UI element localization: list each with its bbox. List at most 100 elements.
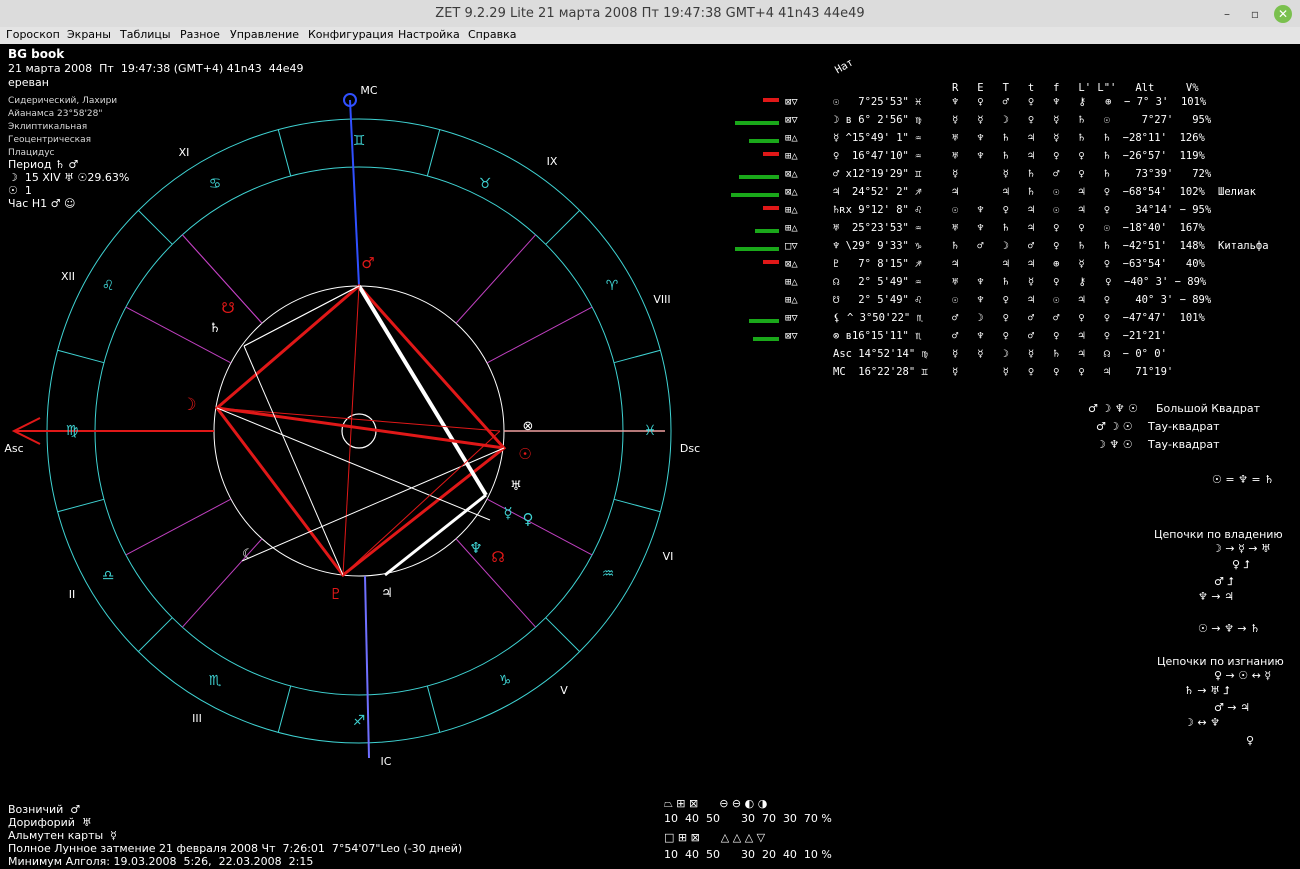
chains-possession-line3: ♂ ⮥ <box>1214 575 1234 588</box>
planet-position: ☊ 2° 5'49" ♒ <box>833 276 922 288</box>
planet-mercury-glyph: ☿ <box>503 504 512 522</box>
house-viii-label: VIII <box>653 293 670 306</box>
planet-jupiter-glyph: ♃ <box>381 586 393 601</box>
planet-position: ♀ 16°47'10" ♒ <box>833 150 922 162</box>
strength-bar <box>731 193 779 197</box>
planet-venus-glyph: ♀ <box>523 510 534 528</box>
sign-capricorn-glyph: ♑ <box>499 673 512 689</box>
planet-rulers: ☿ ☿ ♀ ♀ ♀ ♃ 71°19' <box>952 366 1174 378</box>
natal-chart-wheel[interactable]: ♊ ♉ ♈ ♓ ♒ ♑ ♐ ♏ ♎ ♍ ♌ ♋ ♂ ☋ ♄ ☽ ☉ ⊗ ♅ ☿ … <box>0 44 720 824</box>
chains-exile-line2: ♄ → ♅ ⮥ <box>1184 684 1230 697</box>
planet-rulers: ♂ ☽ ♀ ♂ ♂ ♀ ♀ −47°47' 101% <box>952 312 1205 324</box>
house-v-label: V <box>560 684 568 697</box>
sign-pisces-glyph: ♓ <box>644 423 657 439</box>
title-bar: ZET 9.2.29 Lite 21 марта 2008 Пт 19:47:3… <box>0 0 1300 28</box>
planet-rulers: ♃ ♃ ♃ ⊕ ☿ ♀ −63°54' 40% <box>952 258 1205 270</box>
planet-rulers: ☿ ☿ ♄ ♂ ♀ ♄ 73°39' 72% <box>952 168 1212 180</box>
sign-divider <box>426 685 441 733</box>
chains-exile-line5: ♀ <box>1246 734 1255 747</box>
planet-position: ⊗ в16°15'11" ♏ <box>833 330 922 342</box>
sign-divider <box>277 685 292 733</box>
planet-rulers: ♅ ♆ ♄ ♃ ♀ ♀ ♄ −26°57' 119% <box>952 150 1205 162</box>
chains-possession-line5: ☉ → ♆ → ♄ <box>1198 622 1261 635</box>
strength-bar <box>749 319 779 323</box>
planet-rulers: ☉ ♆ ♀ ♃ ☉ ♃ ♀ 34°14' − 95% <box>952 204 1212 216</box>
sign-leo-glyph: ♌ <box>102 278 115 294</box>
aspect-symbols: ⊠△ <box>785 186 798 198</box>
aspect-symbols: ⊞△ <box>785 276 798 288</box>
planet-rulers: ☉ ♆ ♀ ♃ ☉ ♃ ♀ 40° 3' − 89% <box>952 294 1212 306</box>
aspect-symbols: ⊠△ <box>785 168 798 180</box>
menu-settings[interactable]: Настройка <box>398 28 460 41</box>
planet-north-node-glyph: ☊ <box>491 548 504 566</box>
menu-bar: Гороскоп Экраны Таблицы Разное Управлени… <box>0 27 1300 44</box>
aspect-symbols: ⊞△ <box>785 222 798 234</box>
table-header: R E T t f L' L"' Alt V% <box>952 82 1199 94</box>
dsc-label: Dsc <box>680 442 700 455</box>
chains-possession-line4: ♆ → ♃ <box>1198 590 1234 603</box>
planet-position: ♄ʀx 9°12' 8" ♌ <box>833 204 922 216</box>
aspect-symbols: ⊠△ <box>785 258 798 270</box>
sign-cancer-glyph: ♋ <box>209 176 222 192</box>
planet-rulers: ♂ ♆ ♀ ♂ ♀ ♃ ♀ −21°21' <box>952 330 1167 342</box>
planet-moon-glyph: ☽ <box>181 395 196 415</box>
planet-position: ☽ в 6° 2'56" ♍ <box>833 114 922 126</box>
strength-bar <box>763 152 779 156</box>
menu-control[interactable]: Управление <box>230 28 299 41</box>
footer-almuten: Альмутен карты ☿ <box>8 829 117 842</box>
planet-position: ⚸ ^ 3°50'22" ♏ <box>833 312 923 324</box>
chains-possession-title: Цепочки по владению <box>1154 528 1283 541</box>
chains-possession-line2: ♀ ⮥ <box>1232 558 1251 571</box>
planet-rulers: ♆ ♀ ♂ ♀ ♆ ⚷ ⊕ − 7° 3' 101% <box>952 96 1207 108</box>
footer-eclipse: Полное Лунное затмение 21 февраля 2008 Ч… <box>8 842 463 855</box>
sign-divider <box>545 210 580 245</box>
ic-axis <box>364 575 370 759</box>
sign-virgo-glyph: ♍ <box>66 423 79 439</box>
house-xii-label: XII <box>61 270 75 283</box>
window-title: ZET 9.2.29 Lite 21 марта 2008 Пт 19:47:3… <box>435 6 865 21</box>
equation: ☉ = ♆ = ♄ <box>1212 473 1275 486</box>
minimize-icon[interactable]: – <box>1218 5 1236 23</box>
house-xi-label: XI <box>179 146 190 159</box>
house-vi-label: VI <box>663 550 674 563</box>
aspect-symbols: □▽ <box>785 240 798 252</box>
asc-label: Asc <box>4 442 23 455</box>
menu-misc[interactable]: Разное <box>180 28 220 41</box>
planet-position: ♅ 25°23'53" ♒ <box>833 222 922 234</box>
config-symbols-2: ♂ ☽ ☉ <box>1096 420 1133 433</box>
part-fortune-glyph: ⊗ <box>523 419 534 434</box>
stats-row2-symbols: □ ⊞ ⊠ △ △ △ ▽ <box>664 831 766 844</box>
planet-rulers: ♅ ♆ ♄ ♃ ☿ ♄ ♄ −28°11' 126% <box>952 132 1205 144</box>
menu-configuration[interactable]: Конфигурация <box>308 28 394 41</box>
strength-bar <box>753 337 779 341</box>
planet-pluto-glyph: ♇ <box>329 585 342 603</box>
close-icon[interactable]: ✕ <box>1274 5 1292 23</box>
mc-label: MC <box>360 84 377 97</box>
sign-divider <box>57 498 105 513</box>
menu-help[interactable]: Справка <box>468 28 516 41</box>
sign-divider <box>613 498 661 513</box>
menu-tables[interactable]: Таблицы <box>120 28 171 41</box>
sign-aries-glyph: ♈ <box>606 278 619 294</box>
maximize-icon[interactable]: ▫ <box>1246 5 1264 23</box>
chains-possession-line1: ☽ → ☿ → ♅ <box>1212 542 1271 555</box>
stats-row1-symbols: ⏢ ⊞ ⊠ ⊖ ⊖ ◐ ◑ <box>664 797 768 810</box>
planet-rulers: ♅ ♆ ♄ ♃ ♀ ♀ ☉ −18°40' 167% <box>952 222 1205 234</box>
menu-horoscope[interactable]: Гороскоп <box>6 28 60 41</box>
fixed-star: Китальфа <box>1218 240 1269 252</box>
aspect-symbols: ⊠▽ <box>785 96 798 108</box>
planet-position: ♆ \29° 9'33" ♑ <box>833 240 922 252</box>
sign-divider <box>277 129 292 177</box>
house-ii-label: II <box>69 588 76 601</box>
strength-bar <box>749 139 779 143</box>
planet-rulers: ☿ ☿ ☽ ♀ ☿ ♄ ☉ 7°27' 95% <box>952 114 1212 126</box>
sign-divider <box>613 349 661 364</box>
chains-exile-line1: ♀ → ☉ ↔ ☿ <box>1214 669 1272 682</box>
house-cusp-line <box>455 234 537 324</box>
strength-bar <box>763 206 779 210</box>
planet-position: ♇ 7° 8'15" ♐ <box>833 258 922 270</box>
sign-sagittarius-glyph: ♐ <box>353 713 366 729</box>
aspect-symbols: ⊠▽ <box>785 330 798 342</box>
menu-screens[interactable]: Экраны <box>67 28 111 41</box>
sign-divider <box>426 129 441 177</box>
